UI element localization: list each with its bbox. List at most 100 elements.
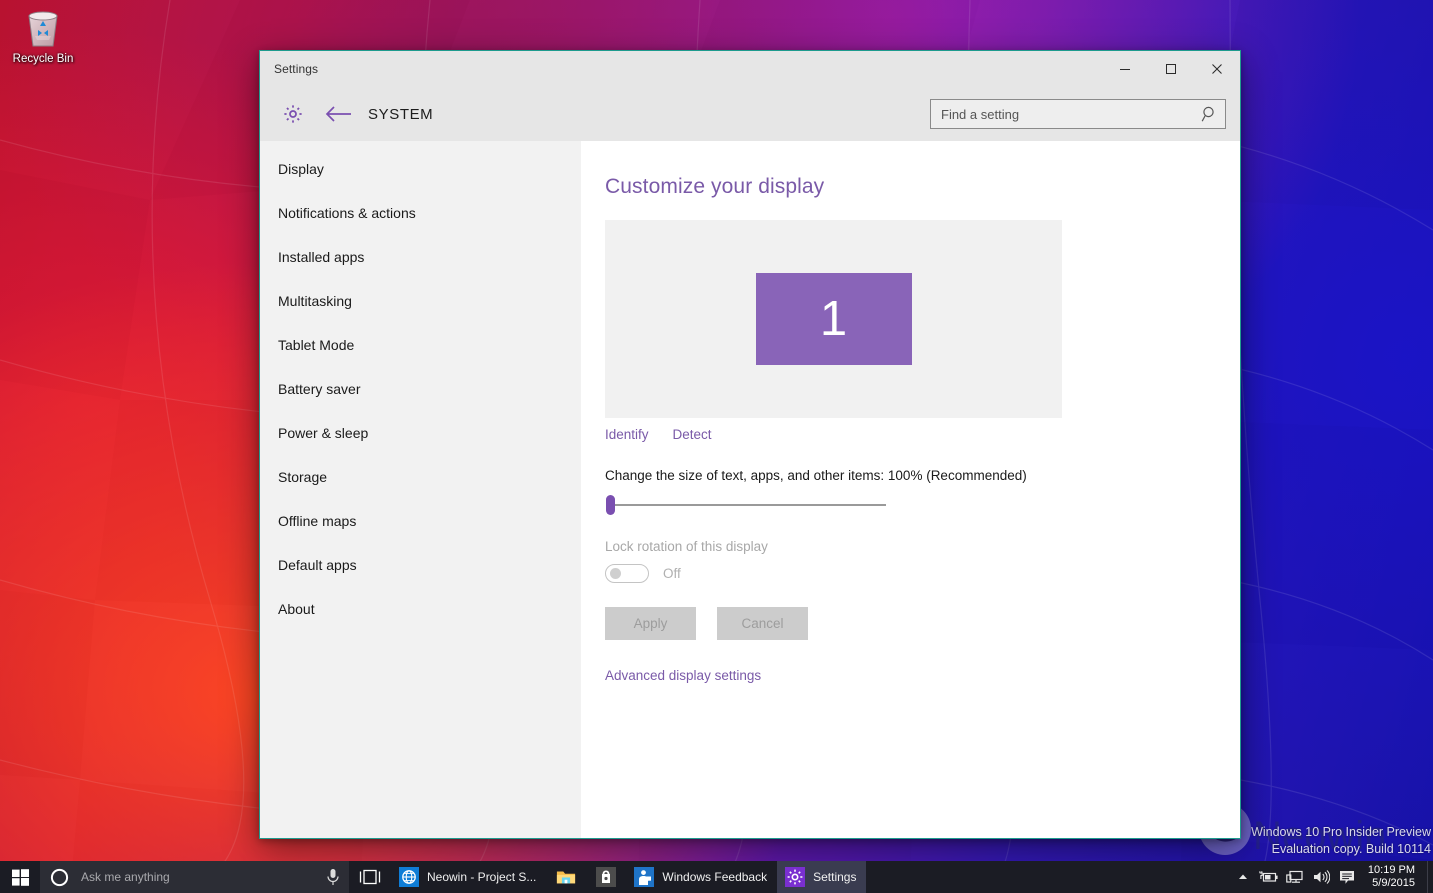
window-title-bar[interactable]: Settings <box>260 51 1240 87</box>
clock-date: 5/9/2015 <box>1372 877 1415 889</box>
action-center-tray-icon[interactable] <box>1334 861 1360 893</box>
cancel-button[interactable]: Cancel <box>717 607 808 640</box>
sidebar-item-label: Display <box>278 161 324 177</box>
settings-gear-icon <box>785 867 806 887</box>
taskbar-item-store[interactable] <box>586 861 626 893</box>
windows-start-icon <box>11 868 29 886</box>
task-view-icon <box>359 869 381 885</box>
close-icon <box>1212 64 1222 74</box>
sidebar-item-label: Notifications & actions <box>278 205 416 221</box>
detect-link[interactable]: Detect <box>673 427 712 442</box>
scale-label: Change the size of text, apps, and other… <box>605 468 1027 483</box>
desktop-background[interactable]: Recycle Bin Neowin Windows 10 Pro Inside… <box>0 0 1433 893</box>
maximize-icon <box>1166 64 1176 74</box>
window-title: Settings <box>274 62 319 76</box>
file-explorer-icon <box>557 871 576 884</box>
back-button[interactable] <box>320 97 358 131</box>
sidebar-item-notifications-actions[interactable]: Notifications & actions <box>260 191 581 235</box>
sidebar-item-label: Power & sleep <box>278 425 369 441</box>
settings-content-pane: Customize your display 1 Identify Detect… <box>581 141 1240 838</box>
monitor-number-label: 1 <box>819 291 848 346</box>
feedback-icon <box>634 867 655 887</box>
maximize-button[interactable] <box>1148 51 1194 87</box>
search-box[interactable] <box>930 99 1226 129</box>
page-title: SYSTEM <box>368 105 434 123</box>
taskbar-item-label: Windows Feedback <box>662 870 768 884</box>
desktop-icon-recycle-bin[interactable]: Recycle Bin <box>4 6 82 66</box>
settings-header-bar: SYSTEM <box>260 87 1240 141</box>
task-view-button[interactable] <box>349 861 391 893</box>
sidebar-item-multitasking[interactable]: Multitasking <box>260 279 581 323</box>
toggle-knob <box>610 568 621 579</box>
rotation-lock-state: Off <box>663 566 681 581</box>
taskbar: Ask me anything Neowin - Project S... Wi… <box>0 861 1433 893</box>
settings-sidebar: Display Notifications & actions Installe… <box>260 141 581 838</box>
sidebar-item-tablet-mode[interactable]: Tablet Mode <box>260 323 581 367</box>
clock-time: 10:19 PM <box>1367 864 1415 876</box>
settings-window[interactable]: Settings SYSTEM Find a setting Display N… <box>259 50 1241 839</box>
sidebar-item-default-apps[interactable]: Default apps <box>260 543 581 587</box>
sidebar-item-offline-maps[interactable]: Offline maps <box>260 499 581 543</box>
sidebar-item-label: Default apps <box>278 557 357 573</box>
sidebar-item-label: Installed apps <box>278 249 365 265</box>
watermark-line-1: Windows 10 Pro Insider Preview <box>1251 825 1431 839</box>
sidebar-item-label: Battery saver <box>278 381 361 397</box>
display-action-links: Identify Detect <box>605 427 1240 442</box>
minimize-button[interactable] <box>1102 51 1148 87</box>
start-button[interactable] <box>0 861 40 893</box>
volume-tray-icon[interactable] <box>1308 861 1334 893</box>
gear-icon <box>284 105 302 123</box>
sidebar-item-display[interactable]: Display <box>260 147 581 191</box>
recycle-bin-label: Recycle Bin <box>12 53 74 65</box>
display-arrangement-preview[interactable]: 1 <box>605 220 1062 418</box>
windows-build-watermark: Windows 10 Pro Insider Preview Evaluatio… <box>1251 824 1431 858</box>
taskbar-item-edge[interactable]: Neowin - Project S... <box>391 861 546 893</box>
search-icon[interactable] <box>1201 105 1219 123</box>
microphone-icon[interactable] <box>325 868 341 886</box>
action-center-icon <box>1339 871 1354 884</box>
sidebar-item-installed-apps[interactable]: Installed apps <box>260 235 581 279</box>
scale-slider-track <box>611 504 886 506</box>
rotation-lock-row: Off <box>605 564 1240 583</box>
scale-slider-thumb[interactable] <box>606 495 615 515</box>
taskbar-item-file-explorer[interactable] <box>546 861 586 893</box>
taskbar-item-windows-feedback[interactable]: Windows Feedback <box>626 861 777 893</box>
cortana-circle-icon[interactable] <box>50 868 69 887</box>
rotation-lock-toggle[interactable] <box>605 564 649 583</box>
advanced-display-settings-link[interactable]: Advanced display settings <box>605 668 761 683</box>
identify-link[interactable]: Identify <box>605 427 649 442</box>
sidebar-item-label: Offline maps <box>278 513 357 529</box>
advanced-display-settings-link-wrap: Advanced display settings <box>605 668 1240 683</box>
sidebar-item-label: Tablet Mode <box>278 337 355 353</box>
settings-body: Display Notifications & actions Installe… <box>260 141 1240 838</box>
sidebar-item-power-sleep[interactable]: Power & sleep <box>260 411 581 455</box>
sidebar-item-about[interactable]: About <box>260 587 581 631</box>
battery-icon <box>1259 871 1278 882</box>
taskbar-clock[interactable]: 10:19 PM 5/9/2015 <box>1360 861 1427 893</box>
taskbar-item-settings[interactable]: Settings <box>777 861 867 893</box>
settings-home-button[interactable] <box>276 97 310 131</box>
recycle-bin-icon <box>28 11 58 47</box>
chevron-up-icon <box>1238 874 1247 879</box>
battery-tray-icon[interactable] <box>1256 861 1282 893</box>
cortana-placeholder: Ask me anything <box>81 870 170 884</box>
network-icon <box>1286 870 1303 883</box>
sidebar-item-storage[interactable]: Storage <box>260 455 581 499</box>
show-hidden-icons-chevron[interactable] <box>1230 861 1256 893</box>
show-desktop-button[interactable] <box>1427 861 1433 893</box>
taskbar-item-label: Settings <box>813 870 857 884</box>
monitor-tile-1[interactable]: 1 <box>755 273 912 365</box>
apply-button[interactable]: Apply <box>605 607 696 640</box>
volume-icon <box>1313 870 1330 884</box>
sidebar-item-label: About <box>278 601 315 617</box>
cortana-search-box[interactable]: Ask me anything <box>40 861 349 893</box>
sidebar-item-battery-saver[interactable]: Battery saver <box>260 367 581 411</box>
network-tray-icon[interactable] <box>1282 861 1308 893</box>
close-button[interactable] <box>1194 51 1240 87</box>
taskbar-item-label: Neowin - Project S... <box>427 870 537 884</box>
scale-slider[interactable] <box>605 495 886 515</box>
store-icon <box>596 867 617 887</box>
action-button-row: Apply Cancel <box>605 607 1240 640</box>
search-input[interactable] <box>941 106 1201 122</box>
back-arrow-icon <box>325 106 351 122</box>
